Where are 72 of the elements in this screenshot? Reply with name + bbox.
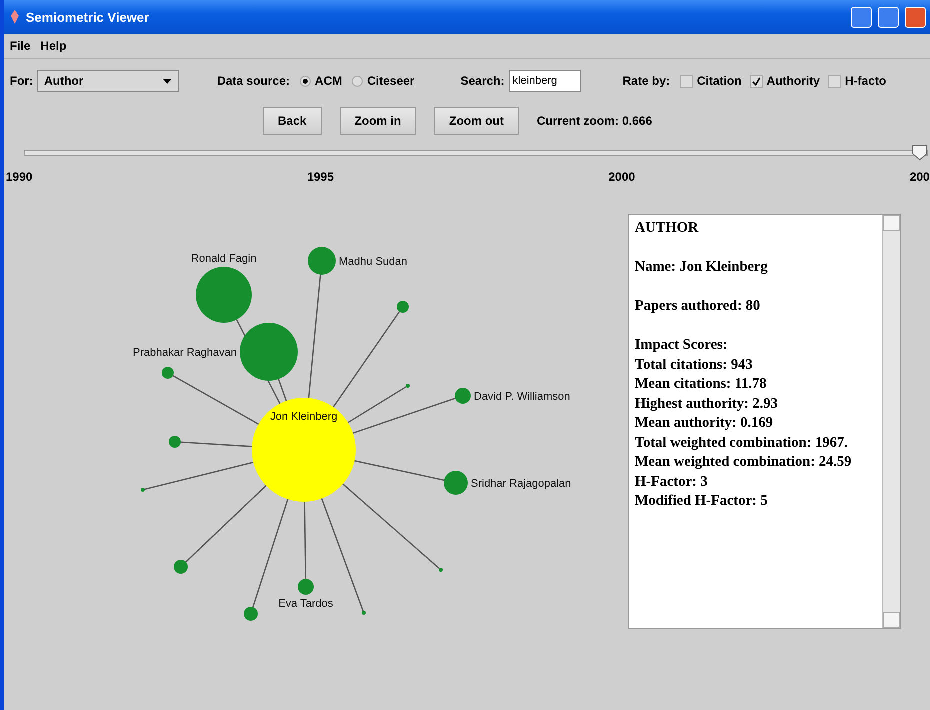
info-line: Mean citations: 11.78 [635, 375, 768, 394]
checkbox-label[interactable]: H-facto [845, 74, 886, 88]
author-node[interactable] [308, 247, 336, 275]
rate-label: Rate by: [622, 74, 670, 88]
info-line: H-Factor: 3 [635, 472, 709, 492]
radio-button[interactable] [352, 76, 364, 86]
author-node[interactable] [444, 471, 468, 495]
radio-label[interactable]: Citeseer [367, 74, 415, 88]
author-node[interactable] [439, 568, 443, 572]
author-node[interactable] [240, 323, 298, 381]
minimize-button[interactable] [851, 6, 872, 28]
info-line: Total weighted combination: 1967. [635, 434, 849, 452]
close-button[interactable] [905, 6, 926, 28]
toolbar-button[interactable]: Zoom in [340, 107, 416, 135]
year-label: 1995 [307, 170, 334, 184]
author-node[interactable] [244, 607, 258, 621]
author-node[interactable] [455, 388, 471, 404]
info-line: Mean authority: 0.169 [635, 414, 774, 433]
info-line: Mean weighted combination: 24.59 [635, 453, 853, 472]
window-title: Semiometric Viewer [26, 10, 150, 24]
info-line: Total citations: 943 [635, 356, 754, 374]
author-node[interactable] [196, 267, 252, 323]
checkbox[interactable] [680, 74, 694, 88]
scroll-down-button[interactable] [883, 612, 900, 628]
author-label: Sridhar Rajagopalan [471, 478, 572, 490]
author-node[interactable] [174, 560, 188, 574]
author-label: Ronald Fagin [191, 253, 257, 265]
maximize-button[interactable] [878, 6, 899, 28]
author-node[interactable] [406, 384, 410, 388]
year-label: 200 [910, 170, 930, 184]
timeline-slider[interactable] [24, 145, 928, 161]
scrollbar[interactable] [882, 215, 900, 628]
scroll-up-button[interactable] [883, 215, 900, 231]
year-label: 2000 [608, 170, 636, 184]
author-node[interactable] [252, 398, 356, 502]
author-node[interactable] [141, 488, 145, 492]
author-label: David P. Williamson [474, 391, 570, 403]
info-line: Highest authority: 2.93 [635, 394, 779, 414]
search-field[interactable]: kleinberg [508, 70, 581, 92]
year-label: 1990 [6, 170, 33, 184]
checkbox[interactable] [750, 74, 763, 88]
dropdown-arrow-icon[interactable] [163, 78, 172, 84]
info-line: Impact Scores: [635, 336, 729, 355]
author-node[interactable] [162, 367, 174, 379]
type-dropdown[interactable]: Author [37, 70, 180, 92]
info-line: Papers authored: 80 [635, 297, 762, 316]
toolbar-button[interactable]: Zoom out [434, 107, 520, 135]
checkbox-label[interactable]: Citation [697, 74, 742, 88]
toolbar-button[interactable]: Back [263, 107, 322, 135]
source-label: Data source: [217, 74, 290, 88]
slider-thumb[interactable] [912, 145, 928, 161]
author-node[interactable] [362, 611, 366, 615]
author-node[interactable] [397, 301, 409, 313]
info-line: Name: Jon Kleinberg [635, 258, 769, 277]
author-node[interactable] [169, 436, 181, 448]
zoom-status: Current zoom: 0.666 [537, 114, 652, 128]
author-label: Jon Kleinberg [270, 411, 338, 423]
menu-item[interactable]: File [10, 39, 31, 53]
info-line: AUTHOR [635, 219, 700, 238]
checkbox-label[interactable]: Authority [766, 74, 820, 88]
info-line: Modified H-Factor: 5 [635, 492, 769, 511]
menu-item[interactable]: Help [40, 39, 67, 53]
radio-button[interactable] [300, 76, 312, 86]
for-label: For: [10, 74, 34, 88]
author-label: Madhu Sudan [339, 256, 408, 268]
checkbox[interactable] [828, 74, 842, 88]
app-icon [10, 10, 20, 24]
author-label: Prabhakar Raghavan [133, 347, 237, 359]
author-node[interactable] [298, 579, 314, 595]
search-label: Search: [460, 74, 505, 88]
author-label: Eva Tardos [278, 598, 334, 610]
radio-label[interactable]: ACM [315, 74, 342, 88]
